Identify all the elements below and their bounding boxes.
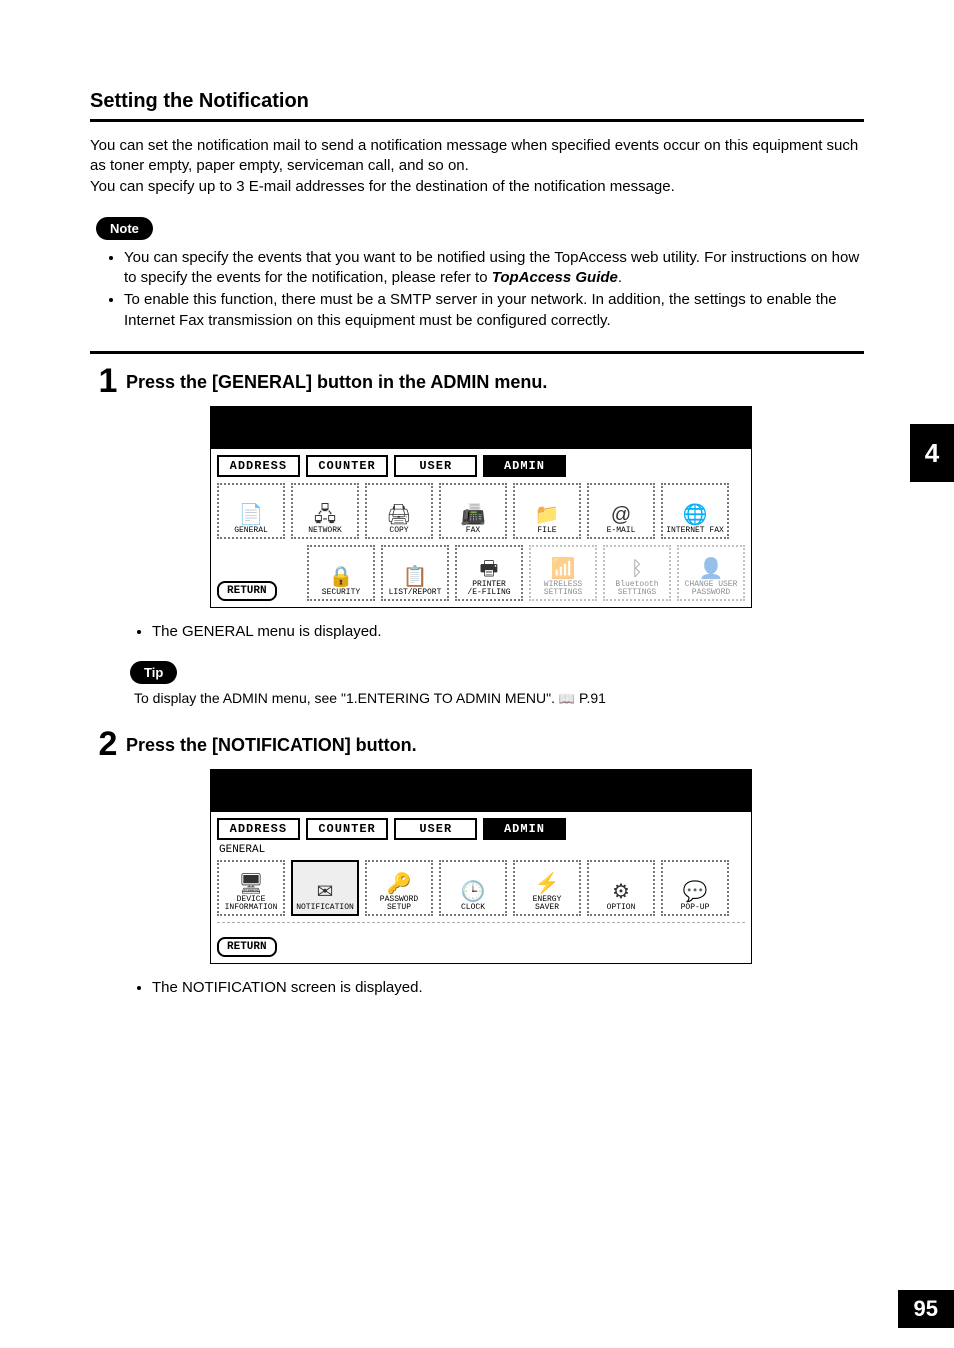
file-button[interactable]: 📁FILE <box>513 483 581 539</box>
section-rule <box>90 119 864 122</box>
device-information-button[interactable]: 🖥DEVICE INFORMATION <box>217 860 285 916</box>
step-result-text: The GENERAL menu is displayed. <box>152 623 864 640</box>
step-number: 2 <box>90 727 126 761</box>
note-item: You can specify the events that you want… <box>124 248 864 289</box>
tab-row: ADDRESS COUNTER USER ADMIN <box>211 812 751 844</box>
intro-p1: You can set the notification mail to sen… <box>90 136 864 177</box>
screen-topbar <box>211 770 751 812</box>
step-title: Press the [NOTIFICATION] button. <box>126 727 417 756</box>
at-icon: @ <box>611 505 631 525</box>
fax-button[interactable]: 📠FAX <box>439 483 507 539</box>
bluetooth-settings-button[interactable]: ᛒBluetooth SETTINGS <box>603 545 671 601</box>
page-number: 95 <box>898 1290 954 1328</box>
network-button[interactable]: 🖧NETWORK <box>291 483 359 539</box>
popup-icon: 💬 <box>683 882 708 902</box>
list-icon: 📋 <box>403 567 428 587</box>
step-result-text: The NOTIFICATION screen is displayed. <box>152 979 864 996</box>
steps-rule <box>90 351 864 354</box>
wireless-settings-button[interactable]: 📶WIRELESS SETTINGS <box>529 545 597 601</box>
globe-icon: 🌐 <box>683 505 708 525</box>
step-number: 1 <box>90 364 126 398</box>
step-result: The NOTIFICATION screen is displayed. <box>134 979 864 996</box>
breadcrumb: GENERAL <box>211 844 751 858</box>
intro-p2: You can specify up to 3 E-mail addresses… <box>90 177 864 197</box>
energy-icon: ⚡ <box>535 874 560 894</box>
step-result: The GENERAL menu is displayed. <box>134 623 864 640</box>
icon-row: 📄GENERAL 🖧NETWORK 🖨COPY 📠FAX 📁FILE @E-MA… <box>211 481 751 541</box>
book-icon: 📖 <box>559 691 575 707</box>
step-title: Press the [GENERAL] button in the ADMIN … <box>126 364 547 393</box>
return-button[interactable]: RETURN <box>217 581 277 601</box>
option-button[interactable]: ⚙OPTION <box>587 860 655 916</box>
clock-icon: 🕒 <box>461 882 486 902</box>
tab-admin[interactable]: ADMIN <box>483 818 566 840</box>
step: 1 Press the [GENERAL] button in the ADMI… <box>90 364 864 398</box>
tab-user[interactable]: USER <box>394 818 477 840</box>
popup-button[interactable]: 💬POP-UP <box>661 860 729 916</box>
tab-admin[interactable]: ADMIN <box>483 455 566 477</box>
step: 2 Press the [NOTIFICATION] button. <box>90 727 864 761</box>
security-button[interactable]: 🔒SECURITY <box>307 545 375 601</box>
tip-text: To display the ADMIN menu, see "1.ENTERI… <box>134 690 864 707</box>
lock-icon: 🔒 <box>329 567 354 587</box>
user-icon: 👤 <box>699 559 724 579</box>
general-button[interactable]: 📄GENERAL <box>217 483 285 539</box>
document-icon: 📄 <box>239 505 264 525</box>
intro-block: You can set the notification mail to sen… <box>90 136 864 197</box>
device-icon: 🖥 <box>238 874 263 894</box>
section-title: Setting the Notification <box>90 90 864 113</box>
wifi-icon: 📶 <box>551 559 576 579</box>
note-badge: Note <box>96 217 153 240</box>
icon-row: 🖥DEVICE INFORMATION ✉NOTIFICATION 🔑PASSW… <box>211 858 751 918</box>
copy-button[interactable]: 🖨COPY <box>365 483 433 539</box>
fax-icon: 📠 <box>461 505 486 525</box>
tab-user[interactable]: USER <box>394 455 477 477</box>
network-icon: 🖧 <box>314 505 336 525</box>
note-item: To enable this function, there must be a… <box>124 290 864 331</box>
envelope-icon: ✉ <box>317 882 334 902</box>
chapter-tab: 4 <box>910 424 954 482</box>
list-report-button[interactable]: 📋LIST/REPORT <box>381 545 449 601</box>
bottom-row: RETURN <box>211 933 751 963</box>
admin-menu-screenshot: ADDRESS COUNTER USER ADMIN 📄GENERAL 🖧NET… <box>210 406 752 608</box>
screen-topbar <box>211 407 751 449</box>
notification-button[interactable]: ✉NOTIFICATION <box>291 860 359 916</box>
tab-address[interactable]: ADDRESS <box>217 455 300 477</box>
key-icon: 🔑 <box>387 874 412 894</box>
reference-title: TopAccess Guide <box>492 269 618 286</box>
tab-address[interactable]: ADDRESS <box>217 818 300 840</box>
bottom-row: RETURN 🔒SECURITY 📋LIST/REPORT 🖶PRINTER /… <box>211 541 751 607</box>
email-button[interactable]: @E-MAIL <box>587 483 655 539</box>
energy-saver-button[interactable]: ⚡ENERGY SAVER <box>513 860 581 916</box>
general-menu-screenshot: ADDRESS COUNTER USER ADMIN GENERAL 🖥DEVI… <box>210 769 752 964</box>
note-list: You can specify the events that you want… <box>90 248 864 331</box>
tab-counter[interactable]: COUNTER <box>306 455 389 477</box>
tab-row: ADDRESS COUNTER USER ADMIN <box>211 449 751 481</box>
printer-icon: 🖨 <box>386 505 411 525</box>
printer-icon: 🖶 <box>480 559 499 579</box>
gear-icon: ⚙ <box>612 882 630 902</box>
clock-button[interactable]: 🕒CLOCK <box>439 860 507 916</box>
change-password-button[interactable]: 👤CHANGE USER PASSWORD <box>677 545 745 601</box>
password-setup-button[interactable]: 🔑PASSWORD SETUP <box>365 860 433 916</box>
tab-counter[interactable]: COUNTER <box>306 818 389 840</box>
tip-badge: Tip <box>130 661 177 684</box>
bluetooth-icon: ᛒ <box>631 559 643 579</box>
return-button[interactable]: RETURN <box>217 937 277 957</box>
internet-fax-button[interactable]: 🌐INTERNET FAX <box>661 483 729 539</box>
printer-efiling-button[interactable]: 🖶PRINTER /E-FILING <box>455 545 523 601</box>
folder-icon: 📁 <box>535 505 560 525</box>
